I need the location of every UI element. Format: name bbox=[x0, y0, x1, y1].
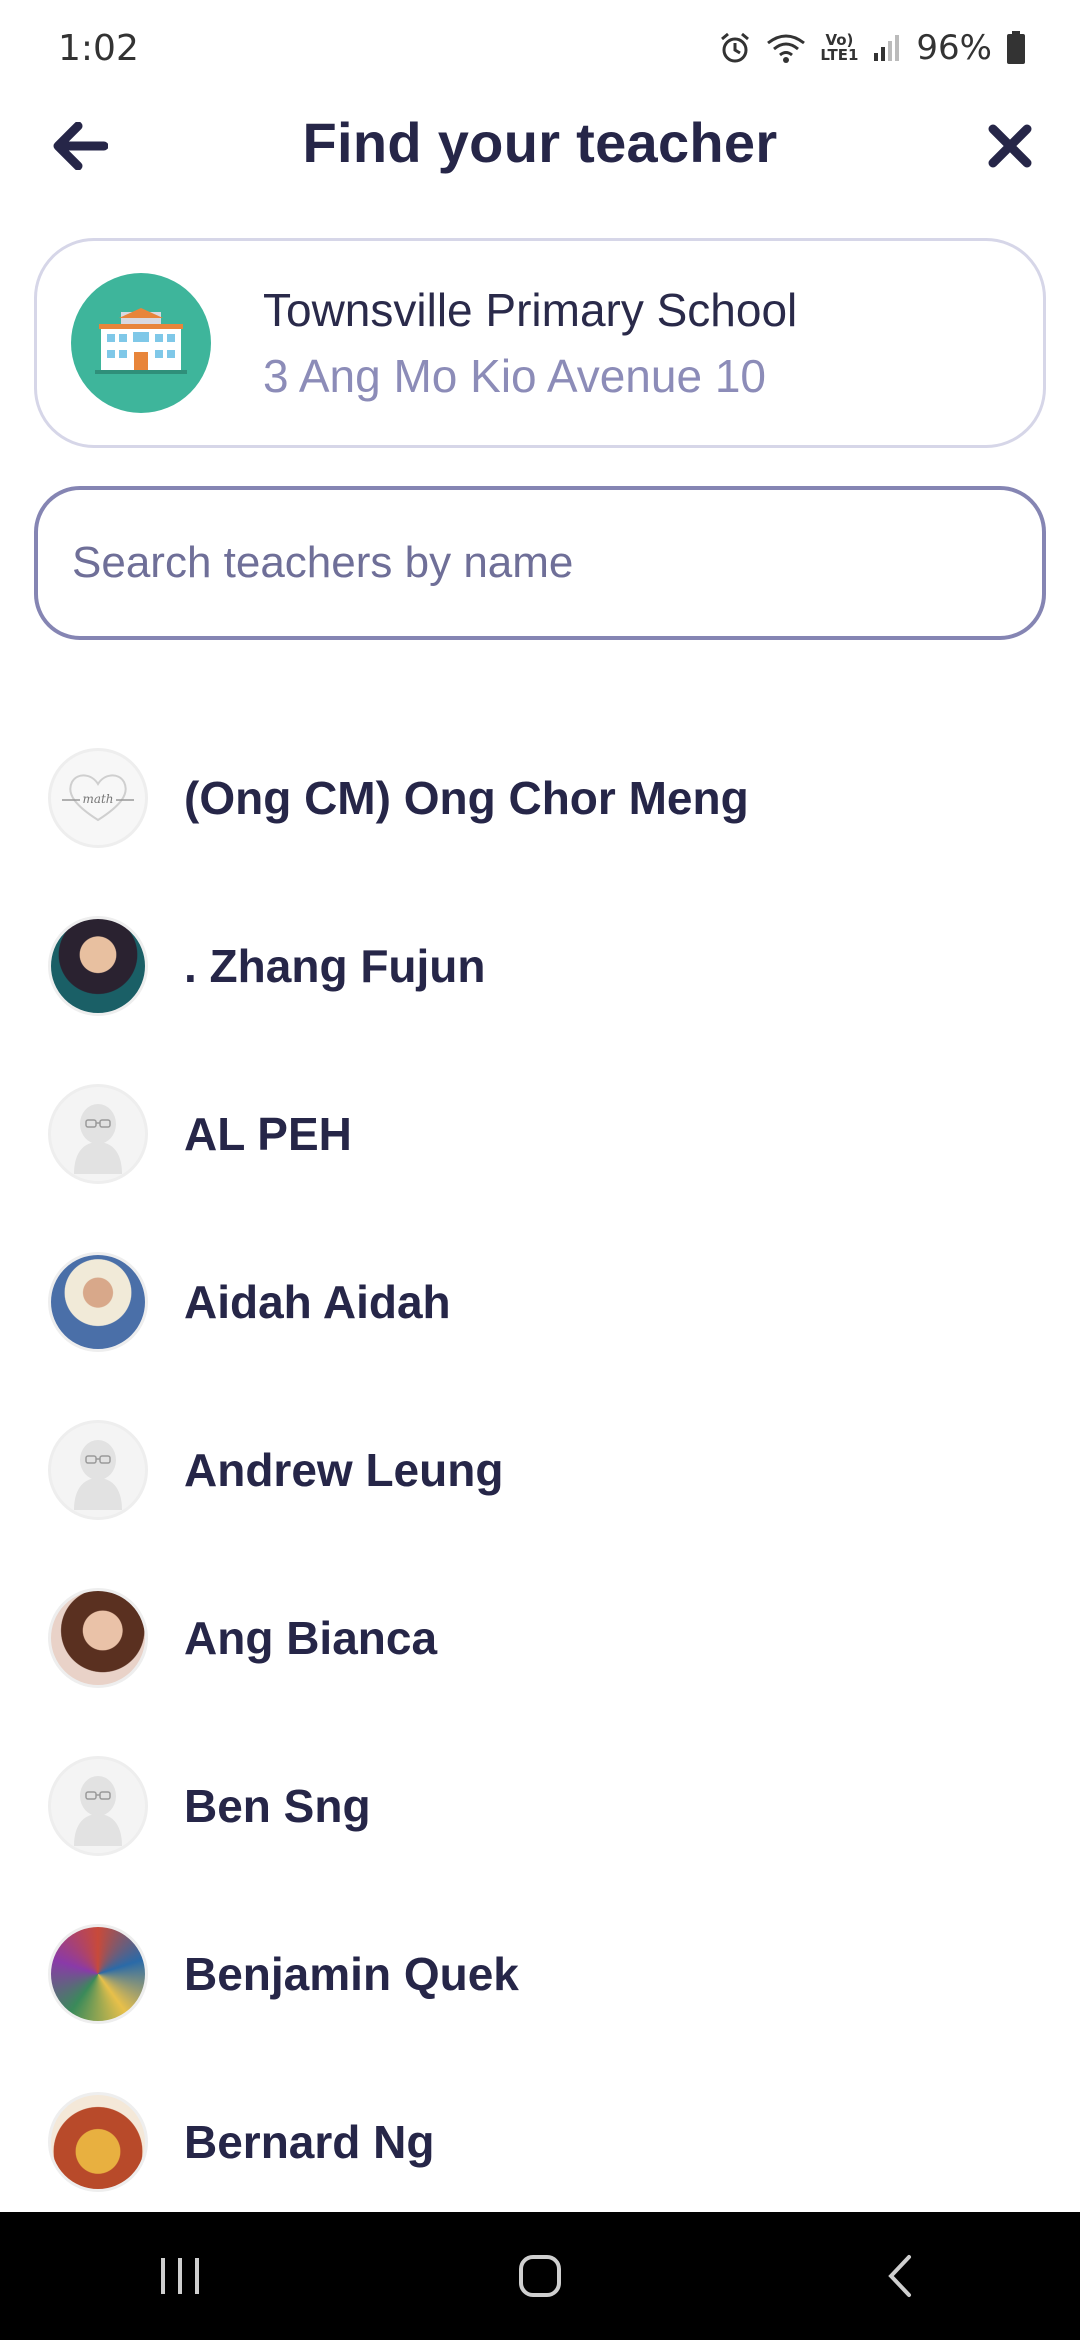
school-card[interactable]: Townsville Primary School 3 Ang Mo Kio A… bbox=[34, 238, 1046, 448]
system-nav-bar bbox=[0, 2212, 1080, 2340]
list-item[interactable]: Ben Sng bbox=[0, 1722, 1080, 1890]
home-icon bbox=[519, 2255, 561, 2297]
list-item[interactable]: Andrew Leung bbox=[0, 1386, 1080, 1554]
chevron-left-icon bbox=[888, 2255, 911, 2297]
list-item[interactable]: Benjamin Quek bbox=[0, 1890, 1080, 2058]
default-avatar-icon bbox=[48, 1756, 148, 1856]
list-item[interactable]: Ang Bianca bbox=[0, 1554, 1080, 1722]
school-address: 3 Ang Mo Kio Avenue 10 bbox=[263, 350, 766, 402]
wifi-icon bbox=[766, 32, 806, 64]
close-button[interactable] bbox=[980, 116, 1040, 176]
lte-label: LTE1 bbox=[820, 46, 859, 64]
teacher-name: Bernard Ng bbox=[184, 2116, 435, 2168]
teacher-name: . Zhang Fujun bbox=[184, 940, 486, 992]
teacher-name: Ang Bianca bbox=[184, 1612, 438, 1664]
battery-icon bbox=[1006, 31, 1026, 65]
teacher-photo bbox=[48, 1588, 148, 1688]
battery-percent: 96% bbox=[916, 28, 992, 68]
teacher-photo bbox=[48, 2092, 148, 2192]
teacher-name: Andrew Leung bbox=[184, 1444, 504, 1496]
list-item[interactable]: Bernard Ng bbox=[0, 2058, 1080, 2226]
teacher-photo bbox=[48, 1252, 148, 1352]
list-item[interactable]: math (Ong CM) Ong Chor Meng bbox=[0, 714, 1080, 882]
svg-text:math: math bbox=[82, 792, 113, 806]
header: Find your teacher bbox=[0, 96, 1080, 196]
teacher-name: AL PEH bbox=[184, 1108, 352, 1160]
teacher-photo bbox=[48, 916, 148, 1016]
status-icons: Vo) LTE1 96% bbox=[718, 28, 1026, 68]
list-item[interactable]: . Zhang Fujun bbox=[0, 882, 1080, 1050]
teacher-list: math (Ong CM) Ong Chor Meng . Zhang Fuju… bbox=[0, 714, 1080, 2226]
search-input[interactable] bbox=[70, 537, 974, 589]
math-heart-icon: math bbox=[48, 748, 148, 848]
default-avatar-icon bbox=[48, 1084, 148, 1184]
teacher-name: Benjamin Quek bbox=[184, 1948, 519, 2000]
school-name: Townsville Primary School bbox=[263, 284, 798, 336]
default-avatar-icon bbox=[48, 1420, 148, 1520]
recent-apps-button[interactable] bbox=[120, 2226, 240, 2326]
teacher-name: (Ong CM) Ong Chor Meng bbox=[184, 772, 749, 824]
alarm-icon bbox=[718, 31, 752, 65]
home-button[interactable] bbox=[480, 2226, 600, 2326]
teacher-photo bbox=[48, 1924, 148, 2024]
signal-icon bbox=[872, 33, 902, 63]
school-building-icon bbox=[95, 308, 187, 374]
status-bar: 1:02 Vo) LTE1 96% bbox=[0, 0, 1080, 96]
teacher-name: Aidah Aidah bbox=[184, 1276, 451, 1328]
recent-apps-icon bbox=[161, 2258, 199, 2294]
list-item[interactable]: AL PEH bbox=[0, 1050, 1080, 1218]
teacher-name: Ben Sng bbox=[184, 1780, 371, 1832]
close-icon bbox=[988, 124, 1032, 168]
search-container bbox=[34, 486, 1046, 640]
page-title: Find your teacher bbox=[302, 111, 778, 174]
status-time: 1:02 bbox=[58, 27, 139, 69]
list-item[interactable]: Aidah Aidah bbox=[0, 1218, 1080, 1386]
network-type: Vo) LTE1 bbox=[820, 33, 858, 63]
system-back-button[interactable] bbox=[840, 2226, 960, 2326]
school-avatar bbox=[71, 273, 211, 413]
